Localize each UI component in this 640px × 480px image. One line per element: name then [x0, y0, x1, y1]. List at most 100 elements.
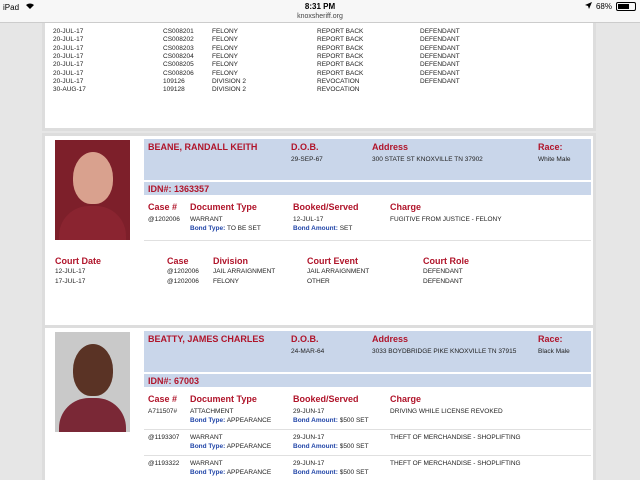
idn-band: [144, 182, 591, 195]
court-row-cell: FELONY: [213, 278, 240, 285]
prior-case-cell: FELONY: [212, 52, 239, 60]
court-row-cell: JAIL ARRAIGNMENT: [213, 268, 276, 275]
court-row-cell: OTHER: [307, 278, 330, 285]
court-case-header: Case: [167, 256, 189, 266]
prior-case-cell: DEFENDANT: [420, 44, 460, 52]
charge-header: Charge: [390, 394, 422, 404]
inmate-name: BEANE, RANDALL KEITH: [148, 142, 258, 152]
prior-case-cell: REPORT BACK: [317, 61, 364, 69]
charge-booked: 12-JUL-17: [293, 216, 324, 223]
charge-booked: 29-JUN-17: [293, 460, 325, 467]
court-row-cell: 17-JUL-17: [55, 278, 86, 285]
dob-value: 24-MAR-64: [291, 348, 325, 355]
prior-case-cell: REPORT BACK: [317, 52, 364, 60]
prior-case-cell: 20-JUL-17: [53, 61, 84, 69]
page-content: 20-JUL-17 CS008201 FELONY REPORT BACK DEFEND…: [0, 23, 640, 480]
court-row-cell: DEFENDANT: [423, 278, 463, 285]
prior-case-cell: CS008202: [163, 36, 194, 44]
address-value: 300 STATE ST KNOXVILLE TN 37902: [372, 156, 483, 163]
prior-case-cell: DEFENDANT: [420, 28, 460, 35]
case-header: Case #: [148, 394, 178, 404]
inmate-card-beane: BEANE, RANDALL KEITH D.O.B. 29-SEP-67 Ad…: [42, 133, 596, 328]
dob-label: D.O.B.: [291, 142, 319, 152]
prior-case-cell: 20-JUL-17: [53, 28, 84, 35]
charge-desc: THEFT OF MERCHANDISE - SHOPLIFTING: [390, 460, 521, 467]
idn-label: IDN#:: [148, 376, 172, 386]
charge-doc: WARRANT: [190, 216, 223, 223]
address-label: Address: [372, 334, 409, 344]
idn-number: IDN#: 1363357: [148, 184, 209, 194]
doc-type-header: Document Type: [190, 394, 257, 404]
race-value: Black Male: [538, 348, 570, 355]
bond-amount: Bond Amount: $500 SET: [293, 443, 369, 450]
bond-amount: Bond Amount: SET: [293, 225, 353, 232]
divider: [144, 455, 591, 456]
race-value: White Male: [538, 156, 571, 163]
inmate-card-beatty: BEATTY, JAMES CHARLES D.O.B. 24-MAR-64 A…: [42, 325, 596, 480]
charge-doc: ATTACHMENT: [190, 408, 234, 415]
prior-case-cell: DEFENDANT: [420, 61, 460, 69]
prior-case-cell: CS008204: [163, 52, 194, 60]
clock: 8:31 PM: [304, 2, 336, 11]
bond-type: Bond Type: TO BE SET: [190, 225, 261, 232]
race-label: Race:: [538, 142, 563, 152]
dob-value: 29-SEP-67: [291, 156, 323, 163]
charge-desc: THEFT OF MERCHANDISE - SHOPLIFTING: [390, 434, 521, 441]
idn-band: [144, 374, 591, 387]
battery-percent: 68%: [595, 2, 612, 11]
court-row-cell: @1202006: [167, 268, 199, 275]
prior-case-cell: 109126: [163, 77, 185, 85]
charge-booked: 29-JUN-17: [293, 408, 325, 415]
court-role-header: Court Role: [423, 256, 469, 266]
prior-case-cell: 20-JUL-17: [53, 52, 84, 60]
divider: [144, 240, 591, 241]
prior-case-cell: DIVISION 2: [212, 77, 246, 85]
battery-icon: [616, 2, 636, 11]
prior-case-cell: FELONY: [212, 69, 239, 77]
prior-case-cell: DEFENDANT: [420, 36, 460, 44]
court-event-header: Court Event: [307, 256, 359, 266]
booked-header: Booked/Served: [293, 202, 359, 212]
prior-case-cell: FELONY: [212, 36, 239, 44]
bond-type: Bond Type: APPEARANCE: [190, 417, 272, 424]
prior-case-cell: REVOCATION: [317, 86, 360, 94]
prior-case-cell: CS008203: [163, 44, 194, 52]
inmate-card-previous: 20-JUL-17 CS008201 FELONY REPORT BACK DEFEND…: [42, 23, 596, 131]
bond-type: Bond Type: APPEARANCE: [190, 443, 272, 450]
prior-case-cell: CS008205: [163, 61, 194, 69]
idn-value: 67003: [174, 376, 200, 386]
address-bar[interactable]: knoxsheriff.org: [0, 13, 640, 23]
address-label: Address: [372, 142, 409, 152]
charge-case: @1193322: [148, 460, 180, 467]
bond-amount: Bond Amount: $500 SET: [293, 469, 369, 476]
prior-case-cell: CS008206: [163, 69, 194, 77]
prior-case-cell: 109128: [163, 86, 185, 94]
prior-case-cell: REVOCATION: [317, 77, 360, 85]
prior-case-cell: DEFENDANT: [420, 69, 460, 77]
prior-case-cell: 20-JUL-17: [53, 36, 84, 44]
prior-case-cell: CS008201: [163, 28, 194, 35]
prior-case-cell: FELONY: [212, 61, 239, 69]
bond-amount: Bond Amount: $500 SET: [293, 417, 369, 424]
prior-case-cell: FELONY: [212, 28, 239, 35]
race-label: Race:: [538, 334, 563, 344]
prior-case-cell: DEFENDANT: [420, 52, 460, 60]
mugshot-photo: [55, 140, 130, 240]
division-header: Division: [213, 256, 249, 266]
dob-label: D.O.B.: [291, 334, 319, 344]
idn-number: IDN#: 67003: [148, 376, 199, 386]
status-bar: iPad 8:31 PM 68%: [0, 0, 640, 13]
prior-case-cell: REPORT BACK: [317, 44, 364, 52]
charge-case: @1202006: [148, 216, 180, 223]
charge-doc: WARRANT: [190, 434, 223, 441]
divider: [144, 429, 591, 430]
charge-desc: DRIVING WHILE LICENSE REVOKED: [390, 408, 503, 415]
prior-case-cell: 20-JUL-17: [53, 44, 84, 52]
case-header: Case #: [148, 202, 178, 212]
court-row-cell: 12-JUL-17: [55, 268, 86, 275]
mugshot-photo: [55, 332, 130, 432]
prior-case-cell: 20-JUL-17: [53, 77, 84, 85]
idn-value: 1363357: [174, 184, 210, 194]
prior-case-cell: REPORT BACK: [317, 69, 364, 77]
charge-case: A711507#: [148, 408, 178, 415]
